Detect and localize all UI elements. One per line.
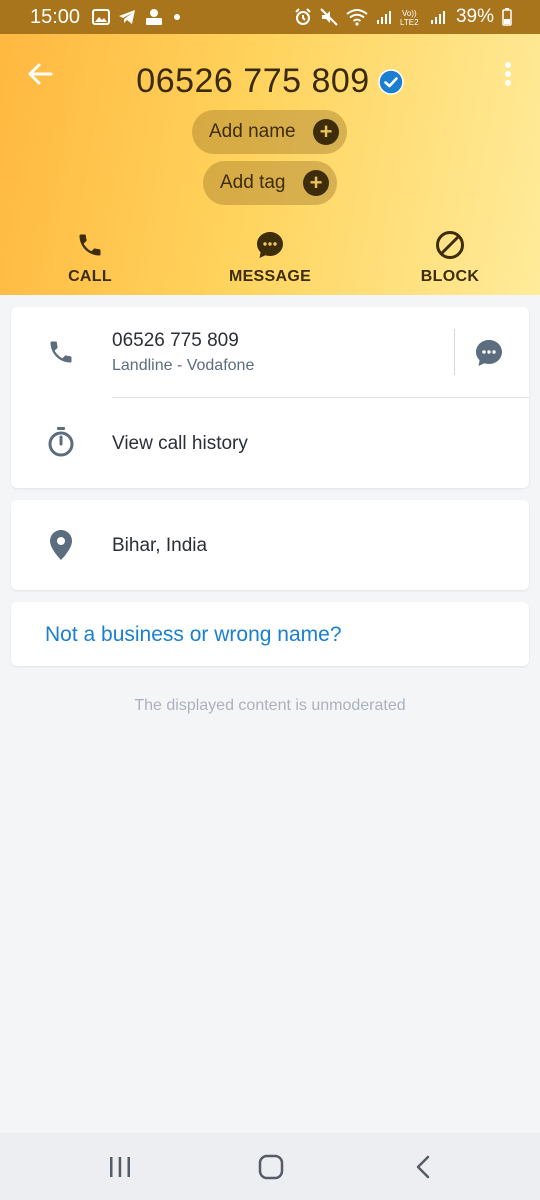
nav-back-button[interactable]: [403, 1147, 443, 1187]
wifi-icon: [346, 8, 368, 26]
dot-icon: [172, 12, 182, 22]
recents-icon: [110, 1157, 130, 1177]
action-bar: CALL MESSAGE BLOCK: [0, 228, 540, 288]
title-row: 06526 775 809: [0, 62, 540, 101]
signal-icon: [376, 9, 392, 25]
battery-percent: 39%: [455, 6, 494, 27]
report-card: Not a business or wrong name?: [11, 602, 529, 666]
home-button[interactable]: [251, 1147, 291, 1187]
status-bar: 15:00 Vo)) LTE2 39%: [0, 0, 540, 34]
recents-button[interactable]: [100, 1147, 140, 1187]
contact-card: 06526 775 809 Landline - Vodafone View c…: [11, 307, 529, 488]
status-time: 15:00: [30, 5, 81, 28]
location-card: Bihar, India: [11, 500, 529, 590]
status-left: 15:00: [30, 6, 182, 29]
message-label: MESSAGE: [228, 268, 312, 285]
add-name-label: Add name: [209, 121, 296, 142]
svg-text:LTE2: LTE2: [400, 18, 419, 27]
message-icon: [476, 340, 502, 366]
system-nav-bar: [0, 1133, 540, 1200]
back-icon: [416, 1155, 430, 1179]
add-tag-button[interactable]: Add tag +: [203, 161, 337, 205]
call-history-row[interactable]: View call history: [11, 398, 529, 488]
block-icon: [435, 228, 465, 262]
mute-icon: [320, 8, 338, 26]
alarm-icon: [294, 8, 312, 26]
location-label: Bihar, India: [112, 535, 208, 556]
message-icon: [255, 228, 285, 262]
send-message-button[interactable]: [473, 337, 505, 369]
gallery-icon: [92, 9, 111, 25]
add-tag-label: Add tag: [220, 172, 286, 193]
message-button[interactable]: MESSAGE: [200, 228, 340, 288]
disclaimer-text: The displayed content is unmoderated: [134, 697, 406, 714]
telegram-icon: [118, 9, 136, 25]
phone-carrier: Landline - Vodafone: [112, 357, 255, 374]
plus-icon: +: [313, 119, 339, 145]
app-notification-icon: [144, 8, 164, 26]
home-icon: [258, 1154, 284, 1180]
block-label: BLOCK: [420, 268, 480, 285]
phone-number: 06526 775 809: [112, 330, 239, 351]
caller-header: 06526 775 809 Add name + Add tag + CALL …: [0, 34, 540, 295]
block-button[interactable]: BLOCK: [380, 228, 520, 288]
signal-icon: [430, 9, 446, 25]
verified-badge-icon: [377, 68, 404, 95]
page-title: 06526 775 809: [136, 62, 370, 100]
battery-icon: [502, 8, 512, 26]
location-pin-icon: [45, 529, 77, 561]
call-history-label: View call history: [112, 433, 248, 454]
timer-icon: [45, 426, 77, 458]
volte-icon: Vo)) LTE2: [400, 7, 422, 27]
status-right: Vo)) LTE2 39%: [294, 6, 512, 28]
wrong-name-link[interactable]: Not a business or wrong name?: [45, 623, 342, 647]
svg-text:Vo)): Vo)): [402, 9, 417, 18]
plus-icon: +: [303, 170, 329, 196]
phone-row[interactable]: 06526 775 809 Landline - Vodafone: [11, 307, 529, 397]
phone-icon: [45, 336, 77, 368]
phone-icon: [76, 228, 104, 262]
call-button[interactable]: CALL: [20, 228, 160, 288]
divider: [454, 329, 455, 375]
call-label: CALL: [68, 268, 112, 285]
add-name-button[interactable]: Add name +: [192, 110, 347, 154]
